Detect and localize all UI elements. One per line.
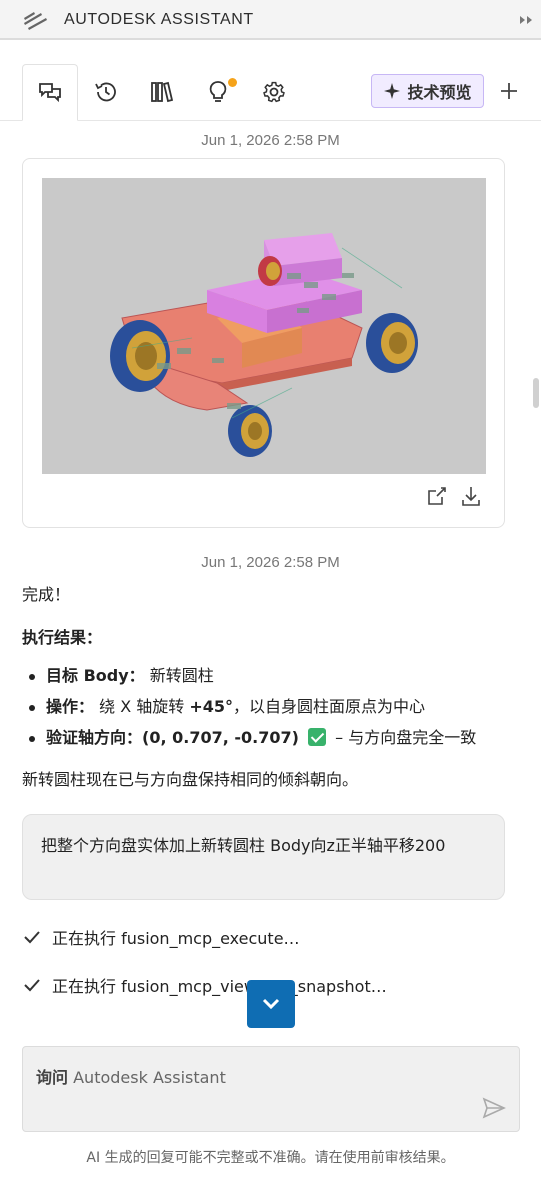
step-item: 正在执行 fusion_mcp_viewport_snapshot…	[22, 973, 387, 997]
window-title: AUTODESK ASSISTANT	[64, 11, 254, 28]
user-message-bubble: 把整个方向盘实体加上新转圆柱 Body向z正半轴平移200	[22, 814, 505, 900]
rotation-angle: +45°	[189, 697, 234, 716]
wheel	[228, 405, 272, 457]
gear-icon	[263, 81, 285, 103]
done-text: 完成！	[22, 585, 71, 604]
scroll-to-bottom-button[interactable]	[247, 980, 295, 1028]
collapse-panel-icon[interactable]	[519, 13, 533, 27]
result-label: 操作：	[46, 697, 95, 716]
axis-vector: (0, 0.707, -0.707)	[142, 728, 299, 747]
results-list: 目标 Body： 新转圆柱 操作： 绕 X 轴旋转 +45°，以自身圆柱面原点为…	[22, 662, 476, 755]
list-item: 操作： 绕 X 轴旋转 +45°，以自身圆柱面原点为中心	[22, 693, 476, 724]
scrollbar-thumb[interactable]	[533, 378, 539, 408]
tech-preview-label: 技术预览	[407, 83, 472, 102]
wheel	[258, 256, 282, 286]
message-timestamp: Jun 1, 2026 2:58 PM	[201, 132, 340, 149]
step-text: 正在执行 fusion_mcp_viewport_snapshot…	[52, 973, 387, 997]
plus-icon[interactable]	[496, 78, 522, 104]
checkmark-icon	[24, 931, 40, 944]
placeholder-prefix: 询问	[36, 1068, 69, 1087]
send-icon[interactable]	[481, 1095, 507, 1121]
open-external-icon[interactable]	[426, 485, 448, 507]
tab-settings[interactable]	[246, 64, 302, 120]
tab-library[interactable]	[134, 64, 190, 120]
result-label: 目标 Body：	[46, 666, 145, 685]
step-text-visible: 正在执行 fusion_mcp_vi	[52, 977, 235, 996]
input-placeholder: 询问 Autodesk Assistant	[36, 1064, 226, 1088]
result-value: 绕 X 轴旋转	[99, 697, 190, 716]
history-clock-icon	[95, 82, 116, 102]
chat-bubbles-icon	[39, 82, 61, 102]
check-emoji-icon	[308, 728, 327, 746]
autodesk-logo-icon	[24, 12, 47, 30]
result-label: 验证轴方向：	[46, 728, 143, 747]
result-value-tail: – 与方向盘完全一致	[330, 728, 477, 747]
viewport-snapshot-image[interactable]	[42, 178, 486, 474]
tech-preview-button[interactable]: 技术预览	[371, 74, 484, 108]
results-heading: 执行结果：	[22, 628, 103, 647]
library-books-icon	[151, 81, 174, 103]
sparkle-icon	[384, 83, 401, 99]
chevron-down-icon	[262, 998, 280, 1010]
step-item: 正在执行 fusion_mcp_execute…	[22, 925, 300, 949]
snapshot-card	[22, 158, 505, 528]
tab-tips[interactable]	[190, 64, 246, 120]
message-timestamp: Jun 1, 2026 2:58 PM	[201, 554, 340, 571]
checkmark-icon	[24, 979, 40, 992]
step-text: 正在执行 fusion_mcp_execute…	[52, 929, 300, 948]
wheel	[110, 320, 170, 392]
tab-chat[interactable]	[22, 64, 78, 121]
summary-text: 新转圆柱现在已与方向盘保持相同的倾斜朝向。	[22, 770, 359, 789]
wheel	[366, 313, 418, 373]
download-icon[interactable]	[460, 485, 482, 507]
list-item: 目标 Body： 新转圆柱	[22, 662, 476, 693]
chat-input[interactable]: 询问 Autodesk Assistant	[22, 1046, 520, 1132]
result-value: 新转圆柱	[149, 666, 214, 685]
list-item: 验证轴方向：(0, 0.707, -0.707) – 与方向盘完全一致	[22, 724, 476, 755]
ai-disclaimer: AI 生成的回复可能不完整或不准确。请在使用前审核结果。	[86, 1150, 455, 1166]
result-value-tail: ，以自身圆柱面原点为中心	[233, 697, 426, 716]
notification-dot	[228, 78, 237, 87]
tab-history[interactable]	[78, 64, 134, 120]
title-bar: AUTODESK ASSISTANT	[0, 0, 541, 40]
placeholder-text: Autodesk Assistant	[73, 1068, 226, 1087]
